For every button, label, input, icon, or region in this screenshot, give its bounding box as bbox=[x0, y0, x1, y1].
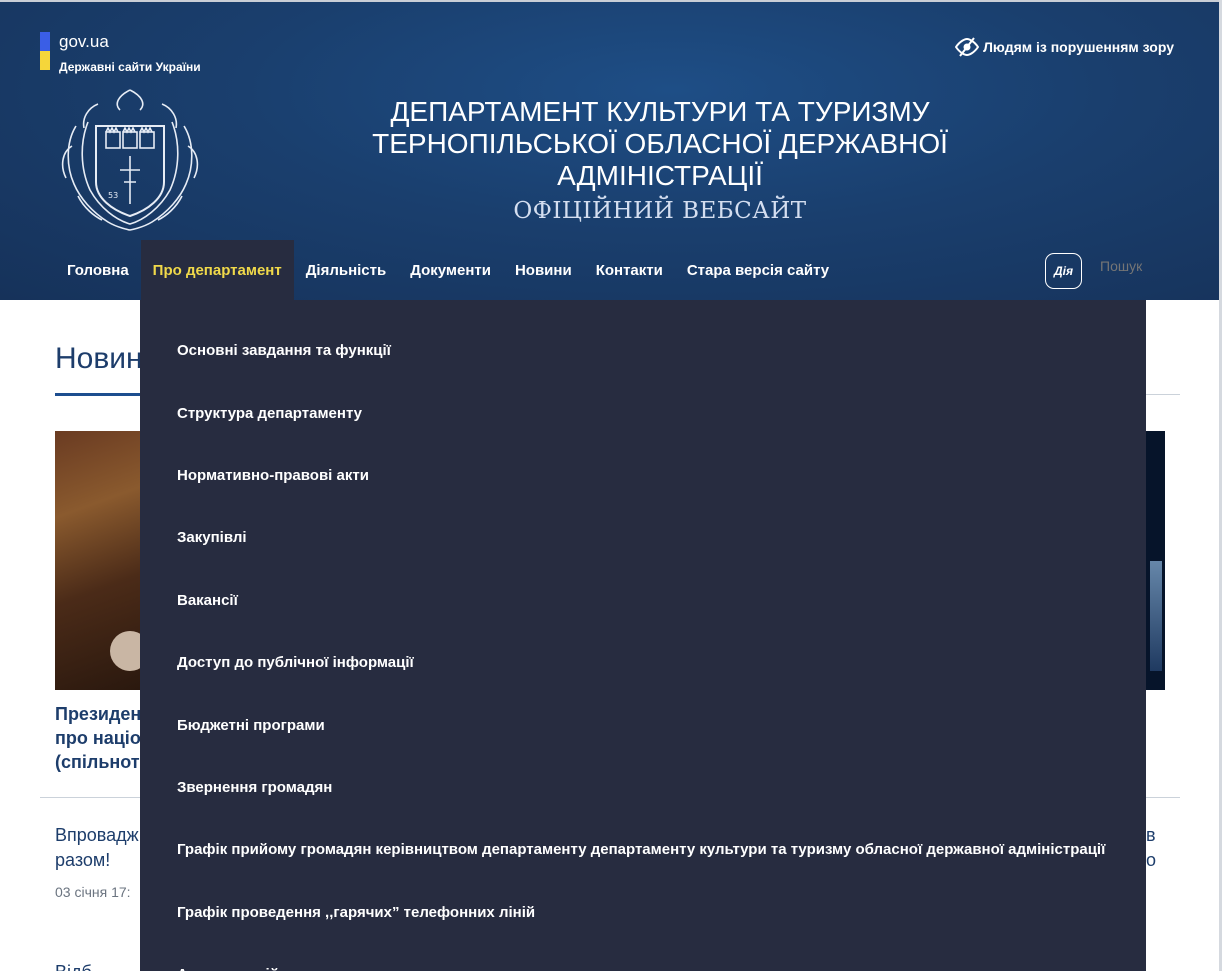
news-item-left[interactable]: Впровадж разом! bbox=[55, 823, 141, 873]
dropdown-item-4[interactable]: Вакансії bbox=[177, 592, 238, 609]
about-department-dropdown: Основні завдання та функції Структура деп… bbox=[140, 300, 1146, 971]
nav-item-4[interactable]: Новини bbox=[503, 240, 584, 300]
dropdown-item-6[interactable]: Бюджетні програми bbox=[177, 717, 325, 734]
news-item-right[interactable]: в о bbox=[1146, 823, 1166, 873]
svg-text:53: 53 bbox=[108, 191, 118, 200]
news-date: 03 січня 17: bbox=[55, 884, 131, 900]
news-photo-left[interactable] bbox=[55, 431, 150, 690]
news-item-line: Впровадж bbox=[55, 825, 139, 845]
dropdown-item-3[interactable]: Закупівлі bbox=[177, 529, 247, 546]
site-header: gov.ua Державні сайти України 53 Людям і… bbox=[0, 0, 1222, 971]
dropdown-item-5[interactable]: Доступ до публічної інформації bbox=[177, 654, 414, 671]
dropdown-item-8[interactable]: Графік прийому громадян керівництвом деп… bbox=[177, 841, 1105, 858]
nav-item-6[interactable]: Стара версія сайту bbox=[675, 240, 841, 300]
news-headline-left[interactable]: Президент про націо (спільнот bbox=[55, 702, 141, 774]
news-item-bottom[interactable]: Відб bbox=[55, 962, 141, 971]
nav-item-2[interactable]: Діяльність bbox=[294, 240, 399, 300]
site-subtitle: ОФІЦІЙНИЙ ВЕБСАЙТ bbox=[513, 198, 807, 224]
diia-icon[interactable]: Дія bbox=[1045, 253, 1082, 289]
news-heading-underline bbox=[55, 393, 140, 396]
news-item-line: в bbox=[1146, 825, 1156, 845]
nav-item-3[interactable]: Документи bbox=[398, 240, 503, 300]
nav-item-1[interactable]: Про департамент bbox=[140, 240, 294, 300]
nav-item-0[interactable]: Головна bbox=[55, 240, 141, 300]
site-title: Департамент культури та туризму Тернопіл… bbox=[372, 96, 948, 191]
dropdown-item-0[interactable]: Основні завдання та функції bbox=[177, 342, 391, 359]
page: gov.ua Державні сайти України 53 Людям і… bbox=[0, 0, 1222, 971]
accessibility-label: Людям із порушенням зору bbox=[983, 39, 1174, 55]
dropdown-item-1[interactable]: Структура департаменту bbox=[177, 405, 362, 422]
dropdown-item-9[interactable]: Графік проведення ,,гарячих” телефонних … bbox=[177, 904, 535, 921]
dropdown-item-10[interactable]: Антикорупційна... bbox=[177, 966, 309, 971]
news-item-line: о bbox=[1146, 850, 1157, 870]
low-vision-icon bbox=[955, 37, 980, 57]
dropdown-item-7[interactable]: Звернення громадян bbox=[177, 779, 332, 796]
news-headline-line: Президент bbox=[55, 704, 141, 724]
nav-item-5[interactable]: Контакти bbox=[584, 240, 675, 300]
accessibility-link[interactable]: Людям із порушенням зору bbox=[955, 37, 1174, 57]
ukraine-flag-icon bbox=[40, 32, 50, 70]
search-input[interactable] bbox=[1100, 258, 1200, 274]
news-item-line: разом! bbox=[55, 850, 111, 870]
news-photo-right[interactable] bbox=[1146, 431, 1165, 690]
govua-subtitle: Державні сайти України bbox=[59, 60, 201, 74]
coat-of-arms-icon[interactable]: 53 bbox=[58, 86, 202, 232]
dropdown-item-2[interactable]: Нормативно-правові акти bbox=[177, 467, 369, 484]
news-headline-line: (спільнот bbox=[55, 752, 140, 772]
news-headline-line: про націо bbox=[55, 728, 141, 748]
main-nav: Головна Про департамент Діяльність Документ… bbox=[55, 240, 841, 300]
govua-name: gov.ua bbox=[59, 32, 109, 51]
